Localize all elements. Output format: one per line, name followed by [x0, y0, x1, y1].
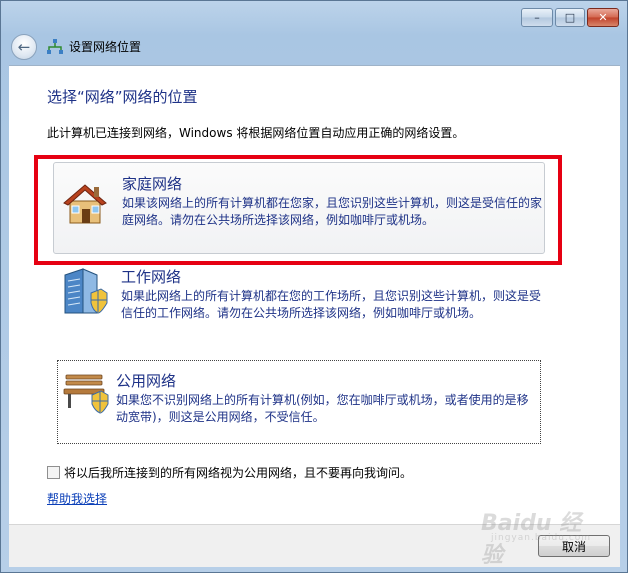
title-bar[interactable]: – □ ✕: [1, 1, 627, 33]
minimize-button[interactable]: –: [521, 8, 553, 27]
maximize-button[interactable]: □: [555, 8, 585, 27]
public-network-checkbox-row[interactable]: 将以后我所连接到的所有网络视为公用网络，且不要再向我询问。: [47, 464, 412, 481]
content-panel: 选择“网络”网络的位置 此计算机已连接到网络，Windows 将根据网络位置自动…: [9, 65, 620, 525]
option-description-line: 动宽带)，则这是公用网络，不受信任。: [116, 410, 325, 424]
option-public-network[interactable]: 公用网络 如果您不识别网络上的所有计算机(例如，您在咖啡厅或机场，或者使用的是移…: [57, 360, 541, 444]
page-description: 此计算机已连接到网络，Windows 将根据网络位置自动应用正确的网络设置。: [47, 126, 465, 140]
close-button[interactable]: ✕: [587, 8, 619, 27]
office-building-icon: [64, 268, 108, 314]
option-description-line: 信任的工作网络。请勿在公共场所选择该网络，例如咖啡厅或机场。: [121, 306, 482, 320]
option-title: 公用网络: [116, 372, 177, 390]
watermark-url: jingyan.baidu.com: [491, 533, 592, 543]
option-work-network[interactable]: 工作网络 如果此网络上的所有计算机都在您的工作场所，且您识别这些计算机，则这是受…: [53, 263, 545, 339]
park-bench-icon: [63, 374, 109, 414]
checkbox-label[interactable]: 将以后我所连接到的所有网络视为公用网络，且不要再向我询问。: [64, 464, 412, 481]
back-button[interactable]: ←: [11, 34, 37, 60]
annotation-highlight-box: [34, 155, 562, 265]
option-description-line: 如果此网络上的所有计算机都在您的工作场所，且您识别这些计算机，则这是受: [121, 289, 542, 303]
option-description-line: 如果您不识别网络上的所有计算机(例如，您在咖啡厅或机场，或者使用的是移: [116, 393, 529, 407]
public-network-checkbox[interactable]: [47, 466, 60, 479]
baidu-watermark: Baidu 经验 jingyan.baidu.com: [481, 503, 601, 568]
option-title: 工作网络: [121, 268, 182, 286]
page-heading: 选择“网络”网络的位置: [47, 88, 198, 106]
help-me-choose-link[interactable]: 帮助我选择: [47, 490, 107, 507]
network-icon: [47, 39, 63, 54]
window-title: 设置网络位置: [69, 40, 142, 54]
dialog-window: – □ ✕ ← 设置网络位置 选择“网络”网络的位置 此计算机已连接到网络，Wi…: [0, 0, 628, 573]
back-arrow-icon: ←: [17, 38, 31, 56]
